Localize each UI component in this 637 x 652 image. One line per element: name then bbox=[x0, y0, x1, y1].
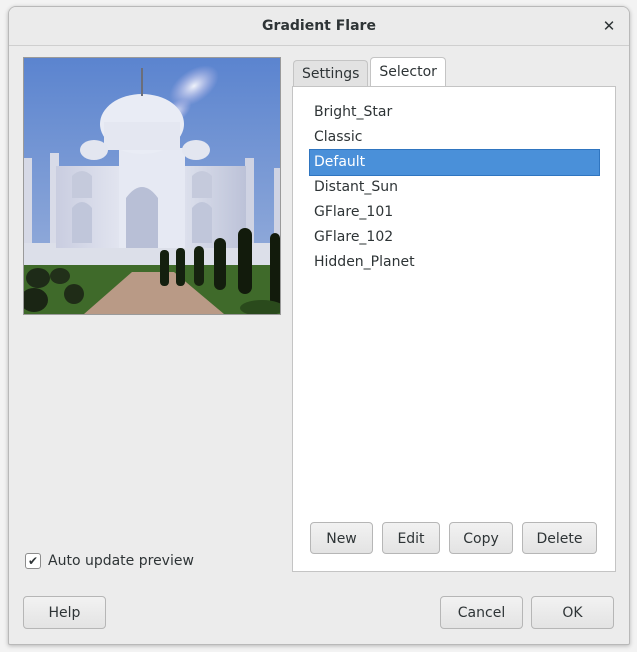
selector-buttons: New Edit Copy Delete bbox=[310, 522, 606, 554]
auto-update-checkbox[interactable]: ✔ bbox=[25, 553, 41, 569]
tab-bar: Settings Selector bbox=[293, 57, 448, 87]
tab-settings[interactable]: Settings bbox=[293, 60, 369, 87]
flare-list: Bright_Star Classic Default Distant_Sun … bbox=[309, 100, 600, 275]
list-item[interactable]: GFlare_101 bbox=[310, 200, 599, 225]
new-button[interactable]: New bbox=[310, 522, 373, 554]
delete-button[interactable]: Delete bbox=[522, 522, 597, 554]
list-item[interactable]: Distant_Sun bbox=[310, 175, 599, 200]
gradient-flare-dialog: Gradient Flare ✕ ✔ Auto update preview S… bbox=[8, 6, 630, 645]
list-item[interactable]: Classic bbox=[310, 125, 599, 150]
close-icon[interactable]: ✕ bbox=[597, 14, 621, 38]
selector-panel: Bright_Star Classic Default Distant_Sun … bbox=[292, 86, 616, 572]
titlebar: Gradient Flare ✕ bbox=[9, 7, 629, 46]
cancel-button[interactable]: Cancel bbox=[440, 596, 523, 629]
copy-button[interactable]: Copy bbox=[449, 522, 513, 554]
help-button[interactable]: Help bbox=[23, 596, 106, 629]
auto-update-label: Auto update preview bbox=[48, 553, 194, 569]
list-item[interactable]: GFlare_102 bbox=[310, 225, 599, 250]
preview-image bbox=[23, 57, 281, 315]
checkmark-icon: ✔ bbox=[27, 554, 39, 568]
list-item-selected[interactable]: Default bbox=[309, 149, 600, 176]
ok-button[interactable]: OK bbox=[531, 596, 614, 629]
edit-button[interactable]: Edit bbox=[382, 522, 440, 554]
dialog-title: Gradient Flare bbox=[262, 18, 376, 34]
list-item[interactable]: Hidden_Planet bbox=[310, 250, 599, 275]
tab-selector[interactable]: Selector bbox=[370, 57, 446, 87]
auto-update-preview-row[interactable]: ✔ Auto update preview bbox=[25, 551, 194, 571]
list-item[interactable]: Bright_Star bbox=[310, 100, 599, 125]
